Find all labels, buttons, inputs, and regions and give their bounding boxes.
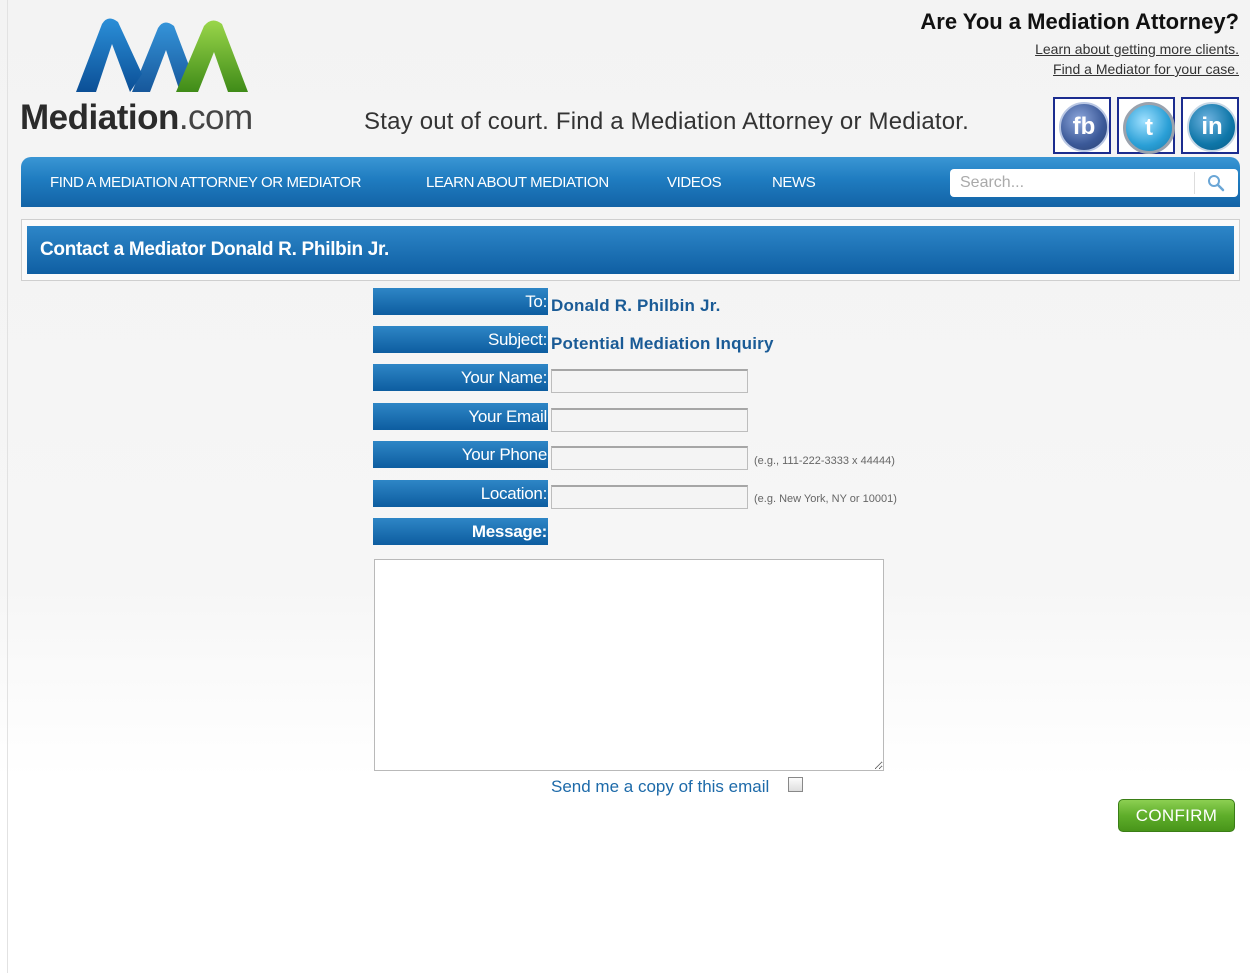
linkedin-icon: in xyxy=(1187,102,1237,152)
your-name-label: Your Name: xyxy=(373,364,548,391)
location-label: Location: xyxy=(373,480,548,507)
search-button[interactable] xyxy=(1196,169,1238,197)
confirm-button[interactable]: CONFIRM xyxy=(1118,799,1235,832)
twitter-icon: t xyxy=(1123,102,1175,154)
your-phone-label: Your Phone xyxy=(373,441,548,468)
your-name-field[interactable] xyxy=(551,369,748,393)
logo-m-mark xyxy=(76,18,248,93)
message-label: Message: xyxy=(373,518,548,545)
location-field[interactable] xyxy=(551,485,748,509)
send-copy-label: Send me a copy of this email xyxy=(551,777,770,796)
more-clients-link[interactable]: Learn about getting more clients. xyxy=(1035,41,1239,57)
facebook-icon: fb xyxy=(1059,102,1109,152)
your-email-label: Your Email xyxy=(373,403,548,430)
attorney-question-heading: Are You a Mediation Attorney? xyxy=(920,9,1239,34)
send-copy-checkbox[interactable] xyxy=(788,777,803,792)
site-tagline: Stay out of court. Find a Mediation Atto… xyxy=(364,108,970,135)
facebook-button[interactable]: fb xyxy=(1053,97,1111,154)
page-title: Contact a Mediator Donald R. Philbin Jr. xyxy=(40,239,390,260)
search-box xyxy=(950,169,1238,197)
to-value: Donald R. Philbin Jr. xyxy=(551,296,721,315)
your-phone-field[interactable] xyxy=(551,446,748,470)
find-mediator-link[interactable]: Find a Mediator for your case. xyxy=(1053,61,1239,77)
site-logo[interactable]: Mediation.com xyxy=(20,14,305,139)
nav-news[interactable]: NEWS xyxy=(772,174,816,191)
page-left-border xyxy=(7,0,8,973)
search-divider xyxy=(1194,172,1195,194)
to-label: To: xyxy=(373,288,548,315)
phone-hint: (e.g., 111-222-3333 x 44444) xyxy=(754,455,895,467)
subject-label: Subject: xyxy=(373,326,548,353)
page-title-panel: Contact a Mediator Donald R. Philbin Jr. xyxy=(21,219,1240,281)
subject-value: Potential Mediation Inquiry xyxy=(551,334,774,353)
logo-wordmark: Mediation.com xyxy=(20,98,253,137)
nav-learn-mediation[interactable]: LEARN ABOUT MEDIATION xyxy=(426,174,609,191)
nav-videos[interactable]: VIDEOS xyxy=(667,174,722,191)
linkedin-button[interactable]: in xyxy=(1181,97,1239,154)
your-email-field[interactable] xyxy=(551,408,748,432)
search-icon xyxy=(1208,175,1225,192)
page-title-bar: Contact a Mediator Donald R. Philbin Jr. xyxy=(27,226,1234,274)
location-hint: (e.g. New York, NY or 10001) xyxy=(754,493,897,505)
twitter-button[interactable]: t xyxy=(1117,97,1175,154)
search-input[interactable] xyxy=(950,169,1195,197)
nav-find-attorney[interactable]: FIND A MEDIATION ATTORNEY OR MEDIATOR xyxy=(50,174,361,191)
main-nav: FIND A MEDIATION ATTORNEY OR MEDIATOR LE… xyxy=(21,157,1240,207)
message-textarea[interactable] xyxy=(374,559,884,771)
